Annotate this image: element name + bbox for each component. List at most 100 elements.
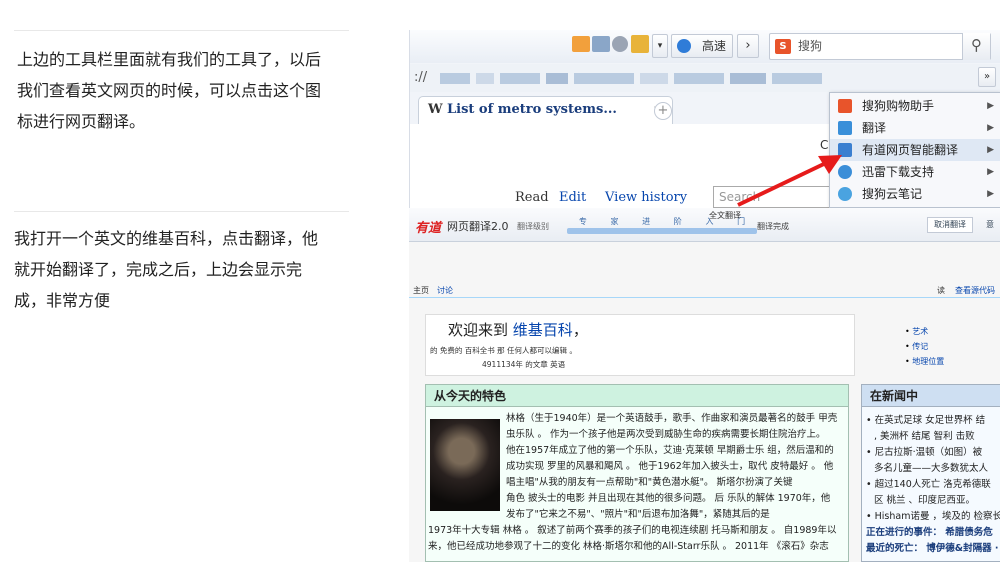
shopping-icon [838, 99, 852, 113]
blurred-url-segment [730, 73, 766, 84]
tab-talk[interactable]: 讨论 [437, 285, 453, 296]
blurred-url-segment [546, 73, 568, 84]
blurred-url-segment [476, 73, 494, 84]
para2-line1: 我打开一个英文的维基百科，点击翻译，他 [14, 229, 319, 248]
translate-status: 翻译完成 [757, 222, 789, 231]
address-bar[interactable]: :// » [410, 64, 1000, 92]
browser-toolbar: ▾ 高速 › S 搜狗 ⚲ [410, 30, 1000, 63]
speed-button[interactable]: 高速 [671, 34, 733, 58]
featured-line: 来，他已经成功地参观了十二的变化 林格·斯塔尔和他的All-Starr乐队 。 … [428, 541, 829, 552]
tab-view-source[interactable]: 查看源代码 [955, 285, 995, 296]
featured-title: 从今天的特色 [426, 385, 848, 407]
translate-icon [838, 121, 852, 135]
featured-line: 角色 披头士的电影 并且出现在其他的很多问题。 后 乐队的解体 1970年，他 [506, 493, 831, 504]
featured-line: 虫乐队 。 作为一个孩子他是两次受到威胁生命的疾病需要长期住院治疗上。 [506, 429, 826, 440]
tab-edit[interactable]: Edit [559, 190, 586, 205]
level-track [567, 228, 757, 234]
article-paragraph-2: 我打开一个英文的维基百科，点击翻译，他 就开始翻译了，完成之后，上边会显示完 成… [14, 223, 354, 316]
menu-item-thunder[interactable]: 迅雷下载支持 ▶ [830, 161, 1000, 183]
extensions-dropdown[interactable]: ▾ [652, 34, 668, 58]
tab-main[interactable]: 主页 [413, 285, 429, 296]
ongoing-events: 正在进行的事件： 希腊债务危 [866, 527, 993, 538]
tab-list-of-metro-systems[interactable]: W List of metro systems... × [418, 96, 673, 124]
in-the-news-box: 在新闻中 • 在英式足球 女足世界杯 结 , 美洲杯 结尾 智利 击败 • 尼古… [861, 384, 1000, 562]
welcome-link[interactable]: 维基百科 [513, 321, 573, 339]
portal-biography[interactable]: 传记 [912, 342, 928, 351]
extension-icon-2[interactable] [592, 36, 610, 52]
cancel-translate-button[interactable]: 取消翻译 [927, 217, 973, 233]
chevron-right-icon: ▶ [987, 123, 994, 133]
featured-line: 1973年十大专辑 林格 。 叙述了前两个赛季的孩子们的电视连续剧 托马斯和朋友… [428, 525, 837, 536]
para1-line2: 我们查看英文网页的时候，可以点击这个图 [17, 81, 322, 100]
chevron-right-icon: ▶ [987, 189, 994, 199]
menu-item-cloud-notes[interactable]: 搜狗云笔记 ▶ [830, 183, 1000, 205]
featured-text-block: 林格（生于1940年）是一个英语鼓手，歌手、作曲家和演员最著名的鼓手 甲壳 虫乐… [506, 411, 846, 523]
translate-level-label: 翻译级别 [517, 222, 549, 231]
welcome-comma: ， [572, 321, 588, 339]
portal-list: • 艺术 • 传记 • 地理位置 [905, 327, 945, 366]
menu-item-translate[interactable]: 翻译 ▶ [830, 117, 1000, 139]
news-item: , 美洲杯 结尾 智利 击败 [874, 431, 975, 442]
overflow-chevron-icon[interactable]: » [978, 67, 996, 87]
blurred-url-segment [674, 73, 724, 84]
welcome-subline-2: 4911134年 的文章 英语 [482, 360, 566, 369]
youdao-logo: 有道 [415, 221, 442, 236]
news-item: 尼古拉斯·温顿（如图）被 [874, 447, 983, 458]
featured-line: 唱主唱"从我的朋友有一点帮助"和"黄色潜水艇"。 斯塔尔扮演了关键 [506, 477, 793, 488]
para1-line1: 上边的工具栏里面就有我们的工具了，以后 [17, 50, 322, 69]
forward-button[interactable]: › [737, 34, 759, 58]
blurred-url-segment [500, 73, 540, 84]
new-tab-button[interactable]: + [654, 102, 672, 120]
chevron-right-icon: ▶ [987, 145, 994, 155]
article-paragraph-1: 上边的工具栏里面就有我们的工具了，以后 我们查看英文网页的时候，可以点击这个图 … [17, 44, 357, 137]
chevron-right-icon: ▶ [987, 101, 994, 111]
full-translate-label: 全文翻译 [709, 211, 741, 220]
featured-photo [430, 419, 500, 511]
welcome-box: 欢迎来到 维基百科， 的 免费的 百科全书 那 任何人都可以编辑 。 49111… [425, 314, 855, 376]
feedback-link[interactable]: 意 [986, 219, 994, 230]
tab-view-history[interactable]: View history [605, 190, 687, 205]
red-arrow-icon [737, 155, 842, 207]
extension-icon-1[interactable] [572, 36, 590, 52]
youdao-translate-icon[interactable] [631, 35, 649, 53]
featured-article-box: 从今天的特色 林格（生于1940年）是一个英语鼓手，歌手、作曲家和演员最著名的鼓… [425, 384, 849, 562]
news-item: 多名儿童——大多数犹太人 [874, 463, 989, 474]
recent-deaths: 最近的死亡： 博伊德&封隔器 · [866, 543, 999, 554]
blurred-url-segment [640, 73, 668, 84]
para2-line3: 成，非常方便 [14, 291, 111, 310]
translated-wiki-screenshot: 有道 网页翻译2.0 翻译级别 专家进阶入门 全文翻译 翻译完成 取消翻译 意 … [409, 208, 1000, 562]
news-item: 区 桃兰 、印度尼西亚。 [874, 495, 976, 506]
wiki-page: 主页 讨论 读 查看源代码 欢迎来到 维基百科， 的 免费的 百科全书 那 任何… [409, 242, 1000, 562]
portal-geography[interactable]: 地理位置 [912, 357, 944, 366]
menu-item-youdao-translate[interactable]: 有道网页智能翻译 ▶ [830, 139, 1000, 161]
portal-art[interactable]: 艺术 [912, 327, 928, 336]
blurred-url-segment [574, 73, 634, 84]
blurred-url-segment [772, 73, 822, 84]
extension-icon-3[interactable] [612, 36, 628, 52]
top-divider [14, 30, 349, 31]
para1-line3: 标进行网页翻译。 [17, 112, 146, 131]
tab-read[interactable]: Read [515, 190, 549, 205]
news-title: 在新闻中 [862, 385, 1000, 407]
sogou-logo-icon: S [775, 39, 791, 54]
menu-item-shopping[interactable]: 搜狗购物助手 ▶ [830, 95, 1000, 117]
page: 上边的工具栏里面就有我们的工具了，以后 我们查看英文网页的时候，可以点击这个图 … [0, 0, 1000, 562]
featured-text-full: 1973年十大专辑 林格 。 叙述了前两个赛季的孩子们的电视连续剧 托马斯和朋友… [428, 523, 848, 555]
welcome-subline-1: 的 免费的 百科全书 那 任何人都可以编辑 。 [430, 346, 577, 355]
search-box[interactable]: S 搜狗 ⚲ [769, 33, 991, 60]
tab-read-zh[interactable]: 读 [937, 285, 945, 296]
wikipedia-favicon-icon: W [428, 102, 443, 117]
news-list: • 在英式足球 女足世界杯 结 , 美洲杯 结尾 智利 击败 • 尼古拉斯·温顿… [866, 413, 1000, 557]
level-label: 专 [578, 217, 587, 226]
news-item: 在英式足球 女足世界杯 结 [874, 415, 986, 426]
level-label: 进 [642, 217, 651, 226]
speed-icon [677, 39, 691, 53]
translate-bar-title: 网页翻译2.0 [447, 220, 509, 233]
level-label: 阶 [673, 217, 682, 226]
search-icon[interactable]: ⚲ [962, 33, 990, 60]
featured-line: 林格（生于1940年）是一个英语鼓手，歌手、作曲家和演员最著名的鼓手 甲壳 [506, 413, 838, 424]
featured-line: 发布了"它来之不易"、"照片"和"后退布加洛舞"，紧随其后的是 [506, 509, 770, 520]
para2-line2: 就开始翻译了，完成之后，上边会显示完 [14, 260, 303, 279]
chevron-right-icon: ▶ [987, 167, 994, 177]
news-item: 超过140人死亡 洛克希德联 [874, 479, 991, 490]
